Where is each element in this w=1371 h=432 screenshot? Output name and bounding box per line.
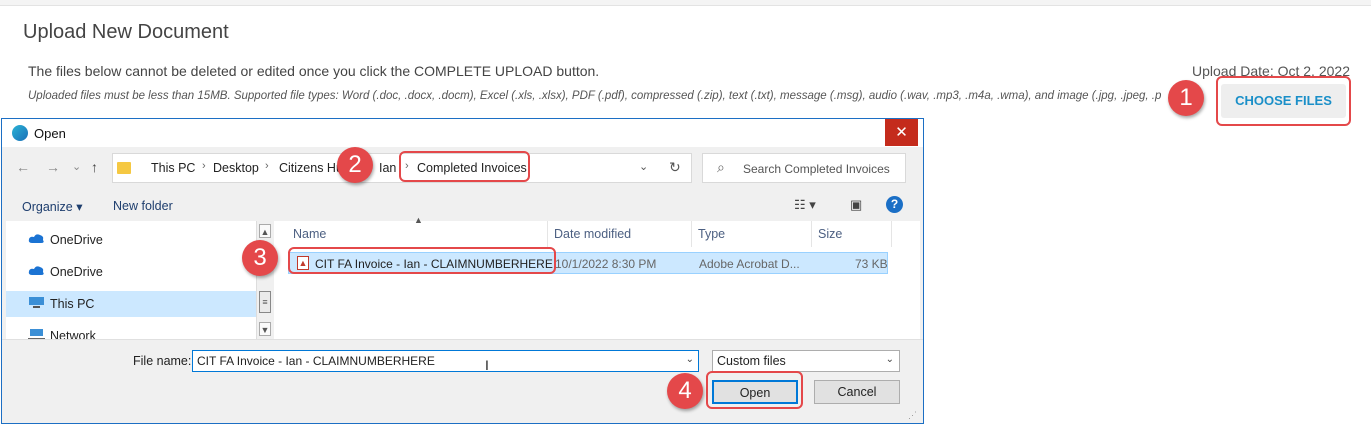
column-divider[interactable] bbox=[691, 221, 692, 247]
dialog-titlebar: Open ✕ bbox=[2, 119, 923, 147]
file-name-label: File name: bbox=[133, 354, 192, 368]
column-divider[interactable] bbox=[891, 221, 892, 247]
scroll-thumb[interactable]: ≡ bbox=[259, 291, 271, 313]
view-options-icon[interactable]: ☷ ▾ bbox=[794, 197, 816, 213]
search-icon: ⌕ bbox=[717, 159, 725, 175]
step-badge-4: 4 bbox=[667, 373, 703, 409]
breadcrumb-this-pc[interactable]: This PC bbox=[151, 161, 195, 175]
nav-item-network[interactable]: Network bbox=[6, 323, 256, 339]
nav-item-onedrive[interactable]: OneDrive bbox=[6, 227, 256, 253]
upload-note: The files below cannot be deleted or edi… bbox=[28, 63, 600, 79]
page-title: Upload New Document bbox=[23, 21, 229, 43]
refresh-icon[interactable]: ↻ bbox=[669, 159, 681, 176]
column-divider[interactable] bbox=[547, 221, 548, 247]
nav-item-onedrive[interactable]: OneDrive bbox=[6, 259, 256, 285]
highlight-completed-invoices bbox=[399, 151, 530, 182]
help-icon[interactable]: ? bbox=[886, 196, 903, 213]
column-header-type[interactable]: Type bbox=[698, 227, 725, 241]
up-arrow-icon[interactable]: ↑ bbox=[91, 159, 98, 175]
navigation-scrollbar[interactable]: ▲ ≡ ▼ bbox=[256, 221, 272, 339]
breadcrumb-ian[interactable]: Ian bbox=[379, 161, 396, 175]
column-header-date[interactable]: Date modified bbox=[554, 227, 631, 241]
page-top-bar bbox=[0, 0, 1371, 6]
file-list: ▲ Name Date modified Type Size ▲ CIT FA … bbox=[274, 215, 920, 339]
breadcrumb-separator: › bbox=[265, 160, 269, 172]
highlight-choose-files bbox=[1216, 76, 1351, 126]
breadcrumb-separator: › bbox=[202, 160, 206, 172]
preview-pane-icon[interactable]: ▣ bbox=[850, 197, 862, 213]
column-header-size[interactable]: Size bbox=[818, 227, 842, 241]
nav-item-label: This PC bbox=[50, 297, 95, 311]
nav-item-label: OneDrive bbox=[50, 265, 103, 279]
highlight-file-row bbox=[288, 247, 556, 274]
column-header-name[interactable]: Name bbox=[293, 227, 326, 241]
nav-item-this-pc[interactable]: This PC bbox=[6, 291, 256, 317]
new-folder-button[interactable]: New folder bbox=[113, 199, 173, 213]
chevron-down-icon: ⌄ bbox=[885, 354, 894, 365]
search-placeholder: Search Completed Invoices bbox=[743, 162, 890, 176]
file-type: Adobe Acrobat D... bbox=[699, 257, 800, 271]
nav-item-label: Network bbox=[50, 329, 96, 339]
close-button[interactable]: ✕ bbox=[885, 119, 918, 146]
nav-item-label: OneDrive bbox=[50, 233, 103, 247]
network-icon bbox=[28, 329, 45, 339]
back-arrow-icon[interactable]: ← bbox=[16, 159, 30, 175]
forward-arrow-icon[interactable]: → bbox=[46, 159, 60, 175]
search-box[interactable]: ⌕ Search Completed Invoices bbox=[702, 153, 906, 183]
breadcrumb-citizens[interactable]: Citizens Hu bbox=[279, 161, 343, 175]
chevron-down-icon[interactable]: ⌄ bbox=[686, 354, 694, 365]
scroll-down-icon[interactable]: ▼ bbox=[259, 322, 271, 336]
highlight-open-button bbox=[706, 371, 803, 409]
cloud-icon bbox=[28, 266, 44, 275]
navigation-pane: OneDrive OneDrive This PC Network bbox=[6, 221, 256, 339]
file-name-input[interactable]: CIT FA Invoice - Ian - CLAIMNUMBERHERE ⌄ bbox=[192, 350, 699, 372]
recent-locations-icon[interactable]: ⌄ bbox=[72, 160, 81, 173]
file-types-note: Uploaded files must be less than 15MB. S… bbox=[28, 90, 1162, 102]
file-name-value: CIT FA Invoice - Ian - CLAIMNUMBERHERE bbox=[197, 354, 435, 368]
organize-menu[interactable]: Organize ▾ bbox=[22, 199, 82, 214]
step-badge-2: 2 bbox=[337, 147, 373, 183]
resize-grip-icon[interactable]: ⋰ bbox=[908, 410, 917, 421]
dialog-title: Open bbox=[34, 126, 66, 141]
file-type-select[interactable]: Custom files ⌄ bbox=[712, 350, 900, 372]
edge-browser-icon bbox=[12, 125, 28, 141]
sort-ascending-icon: ▲ bbox=[414, 215, 423, 225]
breadcrumb-desktop[interactable]: Desktop bbox=[213, 161, 259, 175]
text-cursor-icon: I bbox=[485, 357, 489, 373]
computer-icon bbox=[29, 297, 44, 308]
column-divider[interactable] bbox=[811, 221, 812, 247]
step-badge-3: 3 bbox=[242, 240, 278, 276]
folder-icon bbox=[117, 162, 131, 174]
file-type-value: Custom files bbox=[717, 354, 786, 368]
cloud-icon bbox=[28, 234, 44, 243]
dialog-toolbar: Organize ▾ New folder ☷ ▾ ▣ ? bbox=[2, 191, 923, 221]
address-dropdown-icon[interactable]: ⌄ bbox=[639, 160, 648, 173]
step-badge-1: 1 bbox=[1168, 80, 1204, 116]
file-date: 10/1/2022 8:30 PM bbox=[555, 257, 657, 271]
cancel-button[interactable]: Cancel bbox=[814, 380, 900, 404]
scroll-up-icon[interactable]: ▲ bbox=[259, 224, 271, 238]
file-size: 73 KB bbox=[855, 257, 888, 271]
